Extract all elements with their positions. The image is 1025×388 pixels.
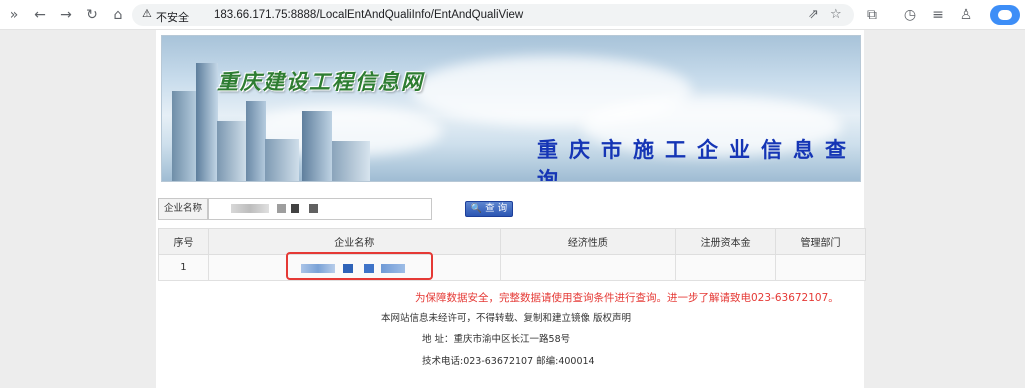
table-header-row: 序号 企业名称 经济性质 注册资本金 管理部门 — [158, 228, 866, 255]
url-text[interactable]: 183.66.171.75:8888/LocalEntAndQualiInfo/… — [214, 9, 523, 21]
back-icon[interactable]: ← — [30, 5, 50, 25]
menu-icon[interactable]: ≡ — [928, 5, 948, 25]
cell-company-name[interactable] — [207, 252, 501, 281]
cell-index: 1 — [158, 254, 209, 281]
company-name-input[interactable] — [208, 198, 432, 220]
copyright-notice: 本网站信息未经许可，不得转载、复制和建立镜像 版权声明 — [381, 313, 632, 324]
reload-icon[interactable]: ↻ — [82, 5, 102, 25]
column-header-capital: 注册资本金 — [675, 228, 777, 255]
site-title: 重庆建设工程信息网 — [217, 70, 424, 94]
search-label: 企业名称 — [158, 198, 208, 220]
search-button[interactable]: 🔍 查 询 — [465, 201, 513, 217]
data-security-notice: 为保障数据安全，完整数据请使用查询条件进行查询。进一步了解请致电023-6367… — [415, 292, 839, 304]
sidebar-toggle-icon[interactable]: » — [4, 5, 24, 25]
search-icon: 🔍 — [470, 204, 483, 214]
results-table: 序号 企业名称 经济性质 注册资本金 管理部门 1 — [158, 228, 866, 281]
column-header-name: 企业名称 — [207, 228, 501, 255]
content-container: 重庆建设工程信息网 重庆市施工企业信息查询 企业名称 🔍查 询 序号 企业名称 — [156, 30, 866, 388]
share-icon[interactable]: ⇗ — [808, 7, 819, 22]
home-icon[interactable]: ⌂ — [108, 5, 128, 25]
forward-icon[interactable]: → — [56, 5, 76, 25]
cell-capital — [675, 254, 777, 281]
browser-toolbar: » ← → ↻ ⌂ ⚠ 不安全 183.66.171.75:8888/Local… — [0, 0, 1025, 30]
column-header-index: 序号 — [158, 228, 209, 255]
address-bar[interactable]: ⚠ 不安全 183.66.171.75:8888/LocalEntAndQual… — [132, 4, 854, 26]
cell-department — [775, 254, 866, 281]
cloud-icon[interactable] — [990, 5, 1020, 25]
extensions-icon[interactable]: ⧉ — [862, 5, 882, 25]
highlight-box — [285, 252, 433, 280]
search-button-label: 查 询 — [485, 203, 508, 214]
column-header-nature: 经济性质 — [499, 228, 677, 255]
header-banner: 重庆建设工程信息网 重庆市施工企业信息查询 — [161, 35, 861, 182]
cell-nature — [499, 254, 677, 281]
page-background: 重庆建设工程信息网 重庆市施工企业信息查询 企业名称 🔍查 询 序号 企业名称 — [0, 30, 1025, 388]
footer-address: 地 址：重庆市渝中区长江一路58号 — [422, 334, 571, 345]
table-row: 1 — [158, 252, 866, 281]
footer-contact: 技术电话:023-63672107 邮编:400014 — [422, 356, 595, 367]
warning-icon: ⚠ — [142, 7, 152, 20]
column-header-department: 管理部门 — [775, 228, 866, 255]
page-heading: 重庆市施工企业信息查询 — [537, 138, 857, 182]
bookmark-star-icon[interactable]: ☆ — [830, 7, 842, 22]
security-label: 不安全 — [156, 11, 189, 24]
profile-icon[interactable]: ♙ — [956, 5, 976, 25]
history-icon[interactable]: ◷ — [900, 5, 920, 25]
